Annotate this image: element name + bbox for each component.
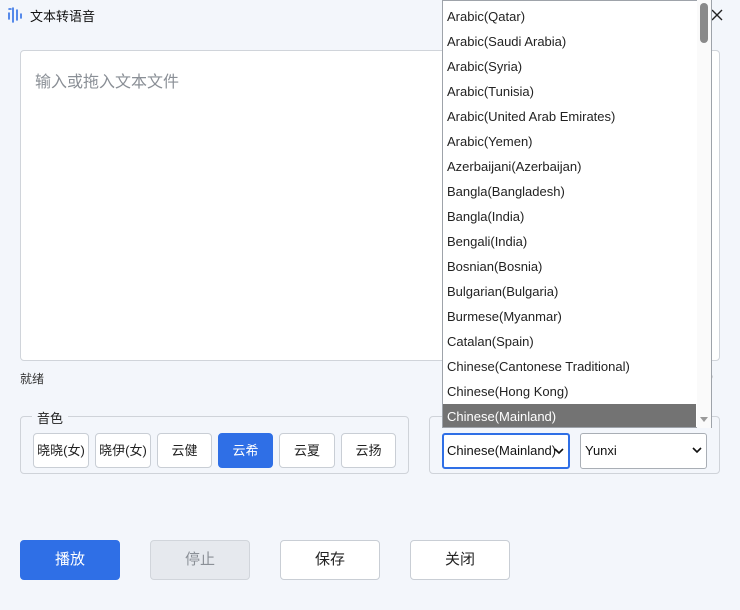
- dropdown-scrollbar-thumb[interactable]: [700, 3, 708, 43]
- language-select[interactable]: Chinese(Mainland): [442, 433, 570, 469]
- voice-group-legend: 音色: [32, 408, 69, 427]
- language-option[interactable]: Arabic(Yemen): [443, 129, 696, 154]
- voice-button-yunjian[interactable]: 云健: [157, 433, 212, 468]
- language-option[interactable]: Burmese(Myanmar): [443, 304, 696, 329]
- language-option[interactable]: Azerbaijani(Azerbaijan): [443, 154, 696, 179]
- language-option[interactable]: Bosnian(Bosnia): [443, 254, 696, 279]
- voice-button-yunxia[interactable]: 云夏: [279, 433, 335, 468]
- language-option[interactable]: Arabic(Saudi Arabia): [443, 29, 696, 54]
- language-option[interactable]: Arabic(Qatar): [443, 4, 696, 29]
- text-input-placeholder: 输入或拖入文本文件: [35, 74, 180, 91]
- window-title: 文本转语音: [30, 9, 96, 24]
- voice-button-xiaoxiao[interactable]: 晓晓(女): [33, 433, 89, 468]
- language-option[interactable]: Chinese(Mainland): [443, 404, 696, 427]
- language-option[interactable]: Arabic(Tunisia): [443, 79, 696, 104]
- language-option[interactable]: Chinese(Cantonese Traditional): [443, 354, 696, 379]
- language-option[interactable]: Bangla(Bangladesh): [443, 179, 696, 204]
- language-option[interactable]: Bangla(India): [443, 204, 696, 229]
- scroll-down-icon[interactable]: [699, 414, 709, 424]
- language-option[interactable]: Bengali(India): [443, 229, 696, 254]
- voice-name-select-value: Yunxi: [585, 443, 617, 458]
- dropdown-scrollbar[interactable]: [697, 0, 711, 428]
- audio-wave-icon: [8, 7, 22, 23]
- voice-name-select[interactable]: Yunxi: [580, 433, 707, 469]
- chevron-down-icon: [554, 448, 564, 455]
- language-option[interactable]: Arabic(Syria): [443, 54, 696, 79]
- voice-button-yunyang[interactable]: 云扬: [341, 433, 396, 468]
- chevron-down-icon: [692, 447, 702, 454]
- close-button[interactable]: 关闭: [410, 540, 510, 580]
- language-option[interactable]: Chinese(Hong Kong): [443, 379, 696, 404]
- language-option[interactable]: Arabic(United Arab Emirates): [443, 104, 696, 129]
- voice-button-yunxi[interactable]: 云希: [218, 433, 273, 468]
- language-dropdown-list[interactable]: Arabic(Qatar) Arabic(Saudi Arabia) Arabic(…: [442, 0, 712, 428]
- language-option[interactable]: Bulgarian(Bulgaria): [443, 279, 696, 304]
- language-select-value: Chinese(Mainland): [447, 443, 557, 458]
- language-option[interactable]: Catalan(Spain): [443, 329, 696, 354]
- voice-button-xiaoyi[interactable]: 晓伊(女): [95, 433, 151, 468]
- status-text: 就绪: [20, 372, 45, 386]
- play-button[interactable]: 播放: [20, 540, 120, 580]
- save-button[interactable]: 保存: [280, 540, 380, 580]
- stop-button[interactable]: 停止: [150, 540, 250, 580]
